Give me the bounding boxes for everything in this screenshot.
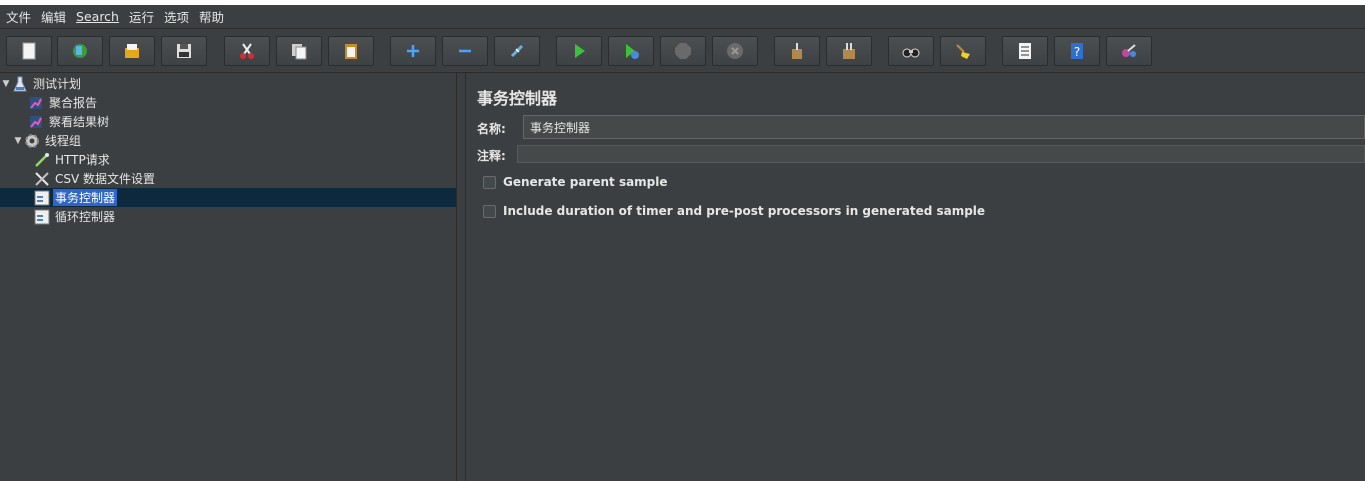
tree-item-loop-controller[interactable]: 循环控制器 [0,207,490,226]
include-timer-duration-row[interactable]: Include duration of timer and pre-post p… [483,204,985,218]
help-button[interactable]: ? [1054,36,1100,66]
stop-icon [675,43,691,59]
collapse-icon [459,49,471,53]
search-icon [902,48,920,58]
tree-item-label: 循环控制器 [55,210,116,224]
toolbar: ? [0,29,1365,73]
help-icon: ? [1071,43,1083,59]
paste-button[interactable] [328,36,374,66]
expand-arrow-icon[interactable]: ▼ [0,79,12,89]
function-helper-icon [1019,43,1031,59]
expand-icon [407,45,419,57]
open-icon [125,44,139,58]
stop-button[interactable] [660,36,706,66]
tree-item-label: 线程组 [45,134,82,148]
test-plan-tree: ▼ 测试计划 聚合报告 察看结果树 ▼ 线程组 HTTP请求 CSV 数据文件设 [0,73,490,481]
generate-parent-sample-row[interactable]: Generate parent sample [483,175,668,189]
reset-search-button[interactable] [940,36,986,66]
templates-button[interactable] [57,36,103,66]
cut-icon [240,43,254,59]
tree-item-test-plan[interactable]: ▼ 测试计划 [0,74,456,93]
tree-item-aggregate-report[interactable]: 聚合报告 [0,93,484,112]
comment-label: 注释: [477,149,506,163]
expand-arrow-icon[interactable]: ▼ [12,136,24,146]
report-icon [28,114,44,130]
start-no-pauses-button[interactable] [608,36,654,66]
menu-edit[interactable]: 编辑 [41,7,66,26]
menu-bar: 文件 编辑 Search 运行 选项 帮助 [0,5,1365,28]
controller-icon [34,209,50,225]
menu-help[interactable]: 帮助 [199,7,224,26]
menu-options[interactable]: 选项 [164,7,189,26]
clear-button[interactable] [774,36,820,66]
tree-item-thread-group[interactable]: ▼ 线程组 [0,131,468,150]
tree-item-label: 事务控制器 [53,189,118,206]
include-timer-duration-label: Include duration of timer and pre-post p… [503,204,986,218]
generate-parent-sample-checkbox[interactable] [483,175,496,189]
report-icon [28,95,44,111]
templates-icon [73,44,87,58]
tree-item-view-results-tree[interactable]: 察看结果树 [0,112,484,131]
new-button[interactable] [6,36,52,66]
menu-search[interactable]: Search [76,9,119,24]
tree-item-label: 察看结果树 [49,115,110,129]
shutdown-icon [727,43,743,59]
toggle-icon [510,44,524,58]
remote-button[interactable] [1106,36,1152,66]
expand-button[interactable] [390,36,436,66]
name-label: 名称: [477,122,506,136]
tools-icon [34,171,50,187]
start-icon [575,44,585,58]
copy-icon [292,44,307,60]
tree-item-http-request[interactable]: HTTP请求 [0,150,490,169]
new-icon [22,42,36,60]
generate-parent-sample-label: Generate parent sample [503,175,668,189]
save-button[interactable] [161,36,207,66]
controller-icon [34,190,50,206]
save-icon [177,44,191,58]
toggle-button[interactable] [494,36,540,66]
clear-icon [792,43,802,59]
cut-button[interactable] [224,36,270,66]
tree-item-transaction-controller[interactable]: 事务控制器 [0,188,490,207]
tree-item-label: 聚合报告 [49,96,98,110]
test-plan-icon [12,76,28,92]
paste-icon [345,44,357,59]
comment-field[interactable] [517,145,1365,163]
panel-title: 事务控制器 [477,89,558,108]
copy-button[interactable] [276,36,322,66]
gear-icon [24,133,40,149]
open-button[interactable] [109,36,155,66]
tree-item-label: HTTP请求 [55,153,110,167]
search-button[interactable] [888,36,934,66]
tree-item-csv-config[interactable]: CSV 数据文件设置 [0,169,490,188]
svg-text:?: ? [1074,45,1080,59]
remote-icon [1122,44,1136,57]
function-helper-button[interactable] [1002,36,1048,66]
transaction-controller-panel: 事务控制器 名称: 注释: Generate parent sample Inc… [466,73,1365,481]
clear-all-icon [843,43,855,59]
clear-all-button[interactable] [826,36,872,66]
menu-file[interactable]: 文件 [6,7,31,26]
start-no-pauses-icon [626,44,639,59]
name-field[interactable] [523,115,1365,139]
start-button[interactable] [556,36,602,66]
pipette-icon [34,152,50,168]
shutdown-button[interactable] [712,36,758,66]
split-pane-divider[interactable] [456,73,466,481]
menu-run[interactable]: 运行 [129,7,154,26]
tree-item-label: 测试计划 [33,77,82,91]
tree-item-label: CSV 数据文件设置 [55,172,156,186]
reset-search-icon [956,44,970,59]
collapse-button[interactable] [442,36,488,66]
include-timer-duration-checkbox[interactable] [483,204,496,218]
